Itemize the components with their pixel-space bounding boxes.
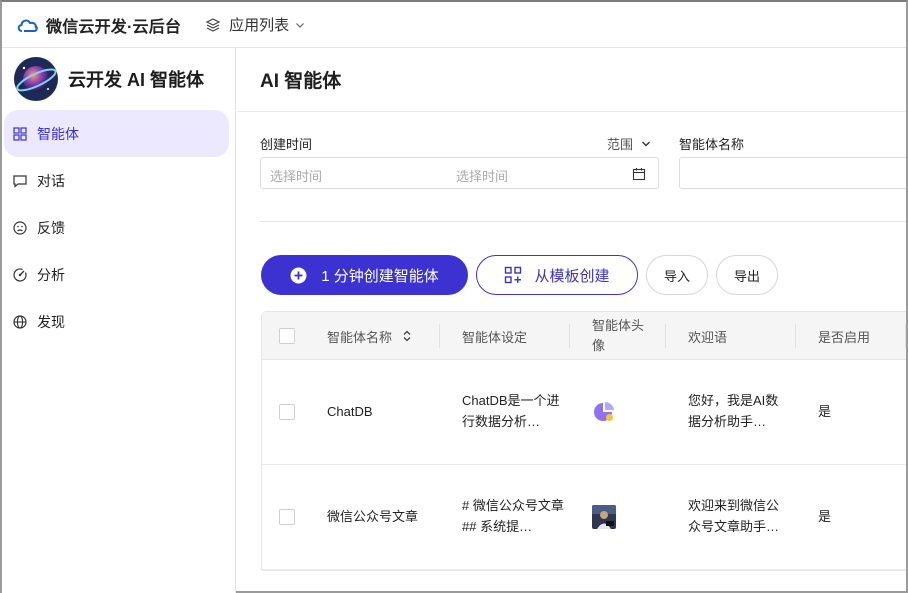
grid-icon bbox=[13, 126, 27, 141]
agent-name[interactable]: 微信公众号文章 bbox=[327, 506, 418, 527]
sidebar-item-label: 发现 bbox=[37, 313, 65, 330]
sidebar-title: 云开发 AI 智能体 bbox=[68, 70, 205, 90]
column-header-name[interactable]: 智能体名称 bbox=[327, 312, 412, 360]
chevron-down-icon bbox=[642, 141, 651, 146]
column-label: 是否启用 bbox=[818, 329, 871, 345]
chevron-down-icon bbox=[296, 22, 305, 28]
column-separator bbox=[665, 324, 666, 348]
layers-icon bbox=[205, 17, 221, 32]
sidebar-header: 云开发 AI 智能体 bbox=[2, 48, 235, 110]
end-date-placeholder[interactable]: 选择时间 bbox=[456, 166, 508, 185]
create-from-template-button[interactable]: 从模板创建 bbox=[476, 255, 638, 295]
create-agent-button[interactable]: 1 分钟创建智能体 bbox=[261, 255, 468, 295]
agents-table: 智能体名称 智能体设定 智能体头像 欢迎语 是否启用 ChatDB ChatDB… bbox=[261, 311, 906, 571]
column-header-setting: 智能体设定 bbox=[462, 312, 527, 360]
row-checkbox[interactable] bbox=[279, 509, 295, 525]
sidebar-item-chat[interactable]: 对话 bbox=[4, 157, 229, 204]
created-time-label: 创建时间 bbox=[260, 137, 313, 152]
export-button[interactable]: 导出 bbox=[716, 255, 778, 295]
sidebar-item-label: 分析 bbox=[37, 266, 65, 283]
range-dropdown[interactable]: 范围 bbox=[607, 134, 651, 153]
column-separator bbox=[569, 324, 570, 348]
column-header-welcome: 欢迎语 bbox=[688, 312, 727, 360]
sidebar-item-label: 对话 bbox=[37, 172, 65, 189]
chat-icon bbox=[13, 174, 27, 188]
sidebar-item-analysis[interactable]: 分析 bbox=[4, 251, 229, 298]
column-label: 欢迎语 bbox=[688, 329, 728, 345]
photo-avatar-icon bbox=[592, 505, 616, 529]
top-bar: 微信云开发·云后台 应用列表 bbox=[2, 2, 906, 48]
pie-chart-icon bbox=[594, 401, 614, 421]
sidebar-item-agents[interactable]: 智能体 bbox=[4, 110, 229, 157]
brand-title: 微信云开发·云后台 bbox=[46, 18, 182, 36]
column-label: 智能体设定 bbox=[462, 329, 528, 345]
start-date-placeholder[interactable]: 选择时间 bbox=[270, 166, 322, 185]
agent-welcome: 您好，我是AI数据分析助手… bbox=[688, 393, 779, 429]
column-separator bbox=[905, 324, 906, 348]
agent-enabled: 是 bbox=[818, 509, 832, 524]
date-range-picker[interactable]: 选择时间 选择时间 bbox=[260, 157, 659, 189]
column-separator bbox=[439, 324, 440, 348]
table-row[interactable]: 微信公众号文章 # 微信公众号文章 ## 系统提… 欢迎来到微信公众号文章助手…… bbox=[262, 465, 906, 570]
row-checkbox[interactable] bbox=[279, 404, 295, 420]
column-separator bbox=[795, 324, 796, 348]
sidebar-item-label: 智能体 bbox=[37, 125, 79, 142]
app-list-label: 应用列表 bbox=[229, 17, 290, 34]
sidebar-item-discover[interactable]: 发现 bbox=[4, 298, 229, 345]
calendar-icon[interactable] bbox=[632, 167, 646, 181]
template-grid-icon bbox=[505, 266, 522, 284]
table-row[interactable]: ChatDB ChatDB是一个进行数据分析… 您好，我是AI数据分析助手… 是 bbox=[262, 360, 906, 465]
column-label: 智能体名称 bbox=[327, 329, 393, 345]
agent-setting: # 微信公众号文章 ## 系统提… bbox=[462, 498, 564, 534]
plus-circle-icon bbox=[290, 267, 307, 283]
brand[interactable]: 微信云开发·云后台 bbox=[16, 13, 181, 37]
template-label: 从模板创建 bbox=[534, 267, 610, 285]
agent-setting: ChatDB是一个进行数据分析… bbox=[462, 393, 560, 429]
create-agent-label: 1 分钟创建智能体 bbox=[321, 267, 439, 285]
globe-icon bbox=[13, 314, 27, 329]
action-bar: 1 分钟创建智能体 从模板创建 导入 导出 bbox=[261, 255, 778, 295]
agent-welcome: 欢迎来到微信公众号文章助手… bbox=[688, 498, 780, 534]
column-header-enabled: 是否启用 bbox=[818, 312, 870, 360]
planet-logo-icon bbox=[14, 57, 58, 101]
app-list-dropdown[interactable]: 应用列表 bbox=[205, 14, 305, 35]
sidebar: 云开发 AI 智能体 智能体 对话 反馈 分析 发现 bbox=[2, 48, 236, 593]
column-header-avatar: 智能体头像 bbox=[592, 312, 652, 360]
divider bbox=[260, 221, 906, 222]
agent-name-label: 智能体名称 bbox=[679, 137, 745, 152]
agent-name-input[interactable] bbox=[679, 157, 906, 189]
sad-face-icon bbox=[13, 220, 27, 235]
sidebar-item-feedback[interactable]: 反馈 bbox=[4, 204, 229, 251]
range-label: 范围 bbox=[607, 137, 634, 152]
gauge-icon bbox=[13, 267, 27, 282]
sort-icon[interactable] bbox=[402, 330, 412, 342]
select-all-checkbox[interactable] bbox=[279, 328, 295, 344]
column-label: 智能体头像 bbox=[592, 318, 645, 353]
page-title: AI 智能体 bbox=[237, 48, 906, 112]
table-header: 智能体名称 智能体设定 智能体头像 欢迎语 是否启用 bbox=[262, 312, 906, 360]
sidebar-item-label: 反馈 bbox=[37, 219, 65, 236]
agent-enabled: 是 bbox=[818, 404, 832, 419]
main-content: AI 智能体 创建时间 范围 选择时间 选择时间 智能体名称 1 分钟创建智能体… bbox=[237, 48, 906, 593]
import-button[interactable]: 导入 bbox=[646, 255, 708, 295]
agent-name[interactable]: ChatDB bbox=[327, 401, 373, 422]
cloud-icon bbox=[17, 19, 38, 32]
